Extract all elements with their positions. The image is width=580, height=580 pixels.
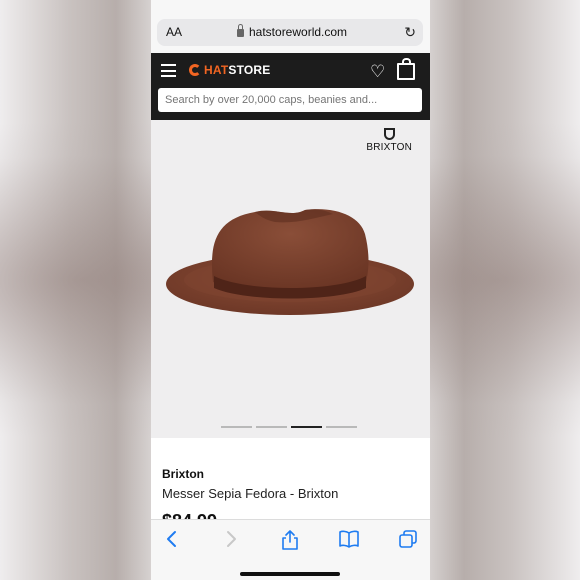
tabs-icon[interactable] <box>399 530 417 548</box>
logo-store-text: STORE <box>228 63 271 77</box>
shopping-bag-icon[interactable] <box>397 58 415 80</box>
reload-icon[interactable]: ↻ <box>404 24 416 41</box>
pagination-dot[interactable] <box>221 426 252 428</box>
hamburger-menu-icon[interactable] <box>161 64 176 77</box>
site-logo[interactable]: HAT STORE <box>189 63 271 77</box>
url-display[interactable]: hatstoreworld.com <box>237 24 348 39</box>
url-text: hatstoreworld.com <box>249 25 348 39</box>
search-input[interactable] <box>158 88 422 112</box>
product-info: Brixton Messer Sepia Fedora - Brixton $8… <box>151 438 430 531</box>
home-indicator[interactable] <box>240 572 340 576</box>
product-brand[interactable]: Brixton <box>162 467 204 481</box>
brixton-shield-icon <box>383 128 395 140</box>
bookmarks-book-icon[interactable] <box>339 530 359 548</box>
browser-top-bar: AA hatstoreworld.com ↻ <box>151 0 430 53</box>
browser-bottom-toolbar <box>151 519 430 580</box>
brand-logo-text: BRIXTON <box>366 142 412 153</box>
lock-icon <box>237 24 244 37</box>
back-chevron-icon[interactable] <box>165 530 179 548</box>
text-size-button[interactable]: AA <box>166 25 182 39</box>
pagination-dot[interactable] <box>326 426 357 428</box>
fedora-hat-image <box>166 209 414 315</box>
site-header: HAT STORE ♡ <box>151 53 430 120</box>
product-title: Messer Sepia Fedora - Brixton <box>162 486 339 501</box>
pagination-dot[interactable] <box>256 426 287 428</box>
pagination-dot-active[interactable] <box>291 426 322 428</box>
phone-screen: AA hatstoreworld.com ↻ HAT STORE ♡ BRIXT… <box>151 0 430 580</box>
logo-hat-text: HAT <box>204 63 229 77</box>
gallery-pagination[interactable] <box>221 426 357 428</box>
logo-mark-icon <box>189 64 201 76</box>
brand-logo: BRIXTON <box>366 128 412 153</box>
address-bar[interactable]: AA hatstoreworld.com ↻ <box>157 19 423 46</box>
wishlist-heart-icon[interactable]: ♡ <box>370 63 385 80</box>
product-image-gallery[interactable]: BRIXTON <box>151 120 430 438</box>
forward-chevron-icon[interactable] <box>224 530 238 548</box>
share-icon[interactable] <box>281 530 299 550</box>
